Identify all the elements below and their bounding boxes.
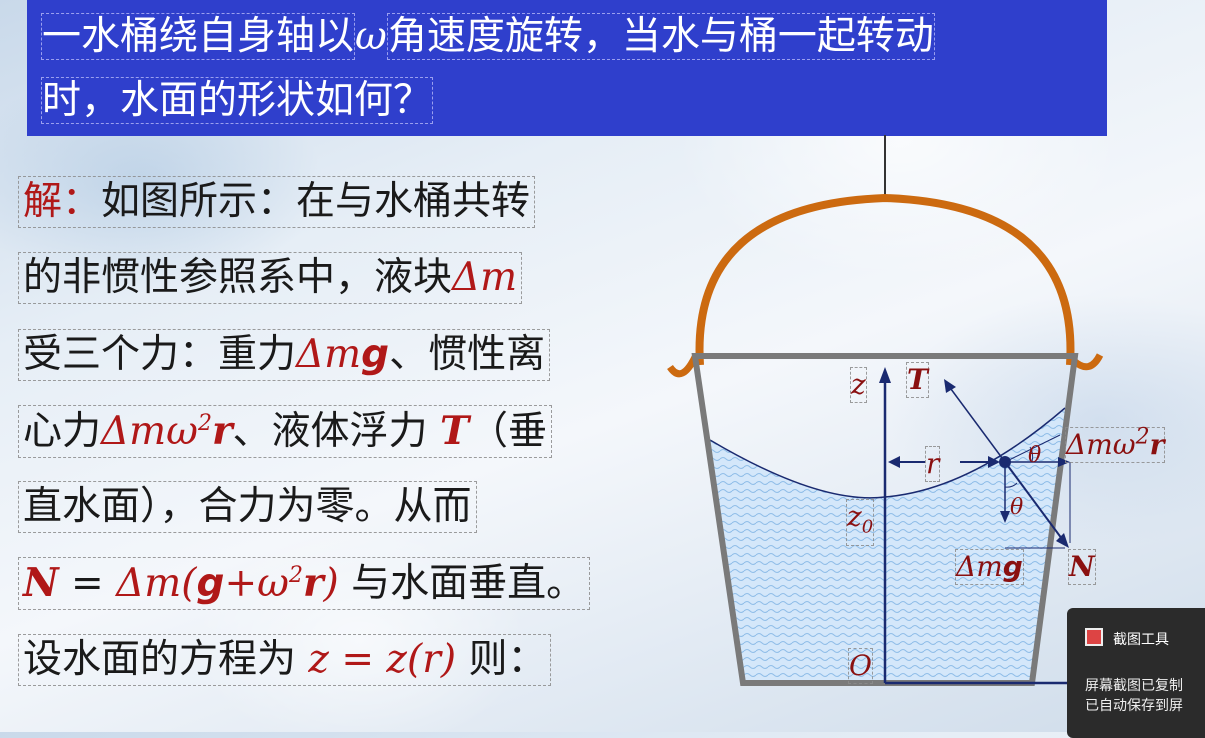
question-line-1: 一水桶绕自身轴以ω角速度旋转，当水与桶一起转动 — [41, 13, 935, 60]
snipping-tool-icon — [1085, 628, 1103, 646]
solution-line-2: 的非惯性参照系中，液块Δm — [18, 252, 523, 304]
solution-line-4: 心力Δmω2r、液体浮力 T（垂 — [18, 405, 552, 458]
label-z0: z0 — [846, 499, 875, 546]
toast-message: 屏幕截图已复制 已自动保存到屏 — [1085, 678, 1183, 714]
solution-line-7: 设水面的方程为 z = z(r) 则： — [18, 634, 552, 686]
snipping-tool-toast[interactable]: 截图工具 屏幕截图已复制 已自动保存到屏 — [1067, 608, 1205, 738]
label-gravity: Δmg — [955, 549, 1024, 585]
solution-line-1: 解：如图所示：在与水桶共转 — [18, 176, 536, 228]
solution-line-6: N = Δm(g+ω2r) 与水面垂直。 — [18, 557, 591, 610]
solution-line-3: 受三个力：重力Δmg、惯性离 — [18, 329, 551, 381]
omega-symbol: ω — [355, 14, 387, 59]
solution-line-5: 直水面），合力为零。从而 — [18, 481, 477, 533]
label-r: r — [925, 446, 941, 482]
label-centrifugal-force: Δmω2r — [1065, 424, 1166, 463]
question-line-2: 时，水面的形状如何？ — [41, 77, 434, 124]
label-theta-bottom: θ — [1010, 495, 1024, 520]
handle-hook-left — [667, 353, 700, 378]
label-theta-top: θ — [1028, 443, 1042, 468]
label-origin: O — [848, 648, 873, 684]
bucket-handle — [695, 193, 1075, 366]
label-N: N — [1068, 549, 1096, 585]
question-banner: 一水桶绕自身轴以ω角速度旋转，当水与桶一起转动 时，水面的形状如何？ — [27, 0, 1107, 136]
buoyancy-force-T — [947, 384, 1006, 463]
label-T: T — [906, 362, 929, 398]
toast-title: 截图工具 — [1085, 628, 1169, 649]
label-z: z — [850, 367, 867, 403]
z-axis-arrowhead — [879, 367, 891, 383]
